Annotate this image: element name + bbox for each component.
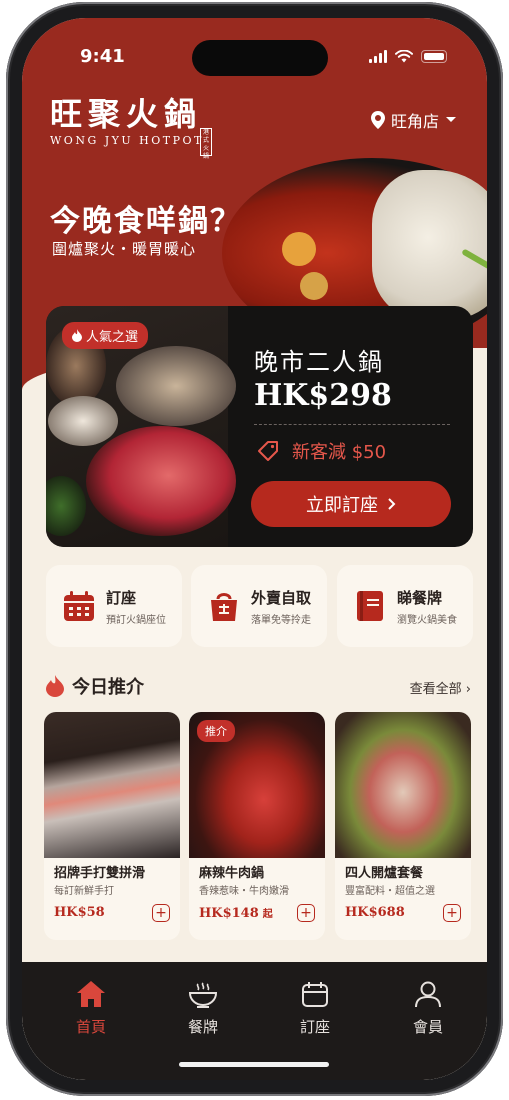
tab-home[interactable]: 首頁 bbox=[46, 980, 136, 1037]
calendar-icon bbox=[302, 982, 328, 1007]
dish-card[interactable]: 四人開爐套餐 豐富配料・超值之選 HK$688 + bbox=[335, 712, 471, 940]
hotpot-broth-image bbox=[372, 170, 487, 320]
menu-book-icon bbox=[357, 591, 383, 621]
quick-action-title: 外賣自取 bbox=[251, 588, 312, 607]
popular-badge: 人氣之選 bbox=[62, 322, 149, 349]
quick-action-title: 訂座 bbox=[106, 588, 137, 607]
dish-name: 招牌手打雙拼滑 bbox=[54, 866, 146, 881]
quick-action-subtitle: 落單免等拎走 bbox=[251, 614, 311, 626]
dish-card[interactable]: 推介 麻辣牛肉鍋 香辣惹味・牛肉嫩滑 HK$148 起 + bbox=[189, 712, 325, 940]
dish-price-value: HK$148 bbox=[199, 906, 259, 921]
tab-menu[interactable]: 餐牌 bbox=[158, 980, 248, 1037]
location-pin-icon bbox=[370, 111, 385, 129]
book-now-label: 立即訂座 bbox=[306, 495, 378, 516]
dish-desc: 香辣惹味・牛肉嫩滑 bbox=[199, 886, 289, 897]
dish-image bbox=[335, 712, 471, 858]
home-indicator[interactable] bbox=[179, 1062, 329, 1067]
dynamic-island bbox=[192, 40, 328, 76]
location-selector[interactable]: 旺角店 bbox=[370, 108, 457, 132]
tab-member[interactable]: 會員 bbox=[383, 980, 473, 1037]
quick-action-takeaway[interactable]: 外賣自取 落單免等拎走 bbox=[191, 565, 327, 647]
tab-label: 首頁 bbox=[75, 1018, 106, 1036]
brand-logo[interactable]: 旺聚火鍋 WONG JYU HOTPOT 港式火鍋 bbox=[50, 95, 212, 160]
tab-reserve[interactable]: 訂座 bbox=[270, 980, 360, 1037]
coupon-label: 新客減 $50 bbox=[292, 442, 387, 463]
divider bbox=[254, 424, 450, 425]
chevron-down-icon bbox=[446, 117, 456, 122]
status-icons bbox=[369, 50, 447, 63]
promo-title: 晚市二人鍋 bbox=[254, 348, 384, 376]
quick-action-menu[interactable]: 睇餐牌 瀏覽火鍋美食 bbox=[337, 565, 473, 647]
hero-headline: 今晚食咩鍋？ bbox=[50, 204, 242, 239]
see-all-link[interactable]: 查看全部 › bbox=[410, 678, 471, 697]
quick-action-reserve[interactable]: 訂座 預訂火鍋座位 bbox=[46, 565, 182, 647]
popular-badge-label: 人氣之選 bbox=[86, 330, 139, 345]
promo-card[interactable]: 人氣之選 晚市二人鍋 HK$298 新客減 $50 立即訂座 bbox=[46, 306, 473, 547]
coupon-offer[interactable]: 新客減 $50 bbox=[256, 438, 386, 464]
dish-image bbox=[44, 712, 180, 858]
brand-seal: 港式火鍋 bbox=[200, 128, 212, 160]
battery-icon bbox=[421, 50, 447, 63]
location-label: 旺角店 bbox=[390, 112, 439, 131]
dish-price: HK$148 起 bbox=[199, 905, 273, 921]
phone-frame: 9:41 旺聚火鍋 WONG JYU HOTPOT 港式火鍋 旺角店 今晚食咩鍋… bbox=[6, 2, 503, 1096]
promo-price: HK$298 bbox=[254, 378, 392, 413]
app-screen: 9:41 旺聚火鍋 WONG JYU HOTPOT 港式火鍋 旺角店 今晚食咩鍋… bbox=[22, 18, 487, 1080]
add-to-cart-button[interactable]: + bbox=[152, 904, 170, 922]
calendar-icon bbox=[64, 591, 94, 621]
dish-price-value: HK$58 bbox=[54, 905, 105, 920]
hero-subline: 圍爐聚火・暖胃暖心 bbox=[52, 240, 197, 258]
see-all-label: 查看全部 bbox=[409, 682, 462, 697]
user-icon bbox=[415, 981, 441, 1008]
hotpot-ingredient-image bbox=[282, 232, 316, 266]
takeaway-bag-icon bbox=[211, 593, 237, 621]
section-title: 今日推介 bbox=[46, 673, 144, 699]
book-now-button[interactable]: 立即訂座 bbox=[251, 481, 451, 527]
quick-action-title: 睇餐牌 bbox=[397, 588, 443, 607]
hotpot-ingredient-image bbox=[300, 272, 328, 300]
tab-label: 訂座 bbox=[299, 1018, 330, 1036]
tag-icon bbox=[258, 441, 278, 461]
status-time: 9:41 bbox=[80, 46, 125, 67]
dish-desc: 豐富配料・超值之選 bbox=[345, 886, 435, 897]
quick-action-subtitle: 預訂火鍋座位 bbox=[106, 614, 166, 626]
add-to-cart-button[interactable]: + bbox=[443, 904, 461, 922]
brand-name-en: WONG JYU HOTPOT bbox=[50, 134, 204, 147]
tab-label: 會員 bbox=[412, 1018, 443, 1036]
recommend-badge: 推介 bbox=[197, 720, 235, 742]
wifi-icon bbox=[395, 50, 413, 63]
dish-price: HK$58 bbox=[54, 905, 105, 920]
chevron-right-icon: › bbox=[465, 682, 471, 697]
flame-icon bbox=[72, 329, 82, 342]
tab-label: 餐牌 bbox=[187, 1018, 218, 1036]
price-suffix: 起 bbox=[262, 909, 273, 920]
brand-name-cn: 旺聚火鍋 bbox=[50, 95, 203, 133]
quick-action-subtitle: 瀏覽火鍋美食 bbox=[397, 614, 457, 626]
signal-icon bbox=[369, 50, 387, 63]
section-title-label: 今日推介 bbox=[72, 677, 144, 698]
dish-desc: 每訂新鮮手打 bbox=[54, 886, 114, 897]
home-icon bbox=[77, 981, 105, 1007]
chevron-right-icon bbox=[388, 498, 396, 510]
dish-price-value: HK$688 bbox=[345, 905, 405, 920]
dish-name: 麻辣牛肉鍋 bbox=[199, 866, 265, 881]
bowl-icon bbox=[188, 982, 218, 1008]
flame-icon bbox=[46, 675, 64, 697]
add-to-cart-button[interactable]: + bbox=[297, 904, 315, 922]
dish-name: 四人開爐套餐 bbox=[345, 866, 424, 881]
dish-card[interactable]: 招牌手打雙拼滑 每訂新鮮手打 HK$58 + bbox=[44, 712, 180, 940]
dish-price: HK$688 bbox=[345, 905, 405, 920]
